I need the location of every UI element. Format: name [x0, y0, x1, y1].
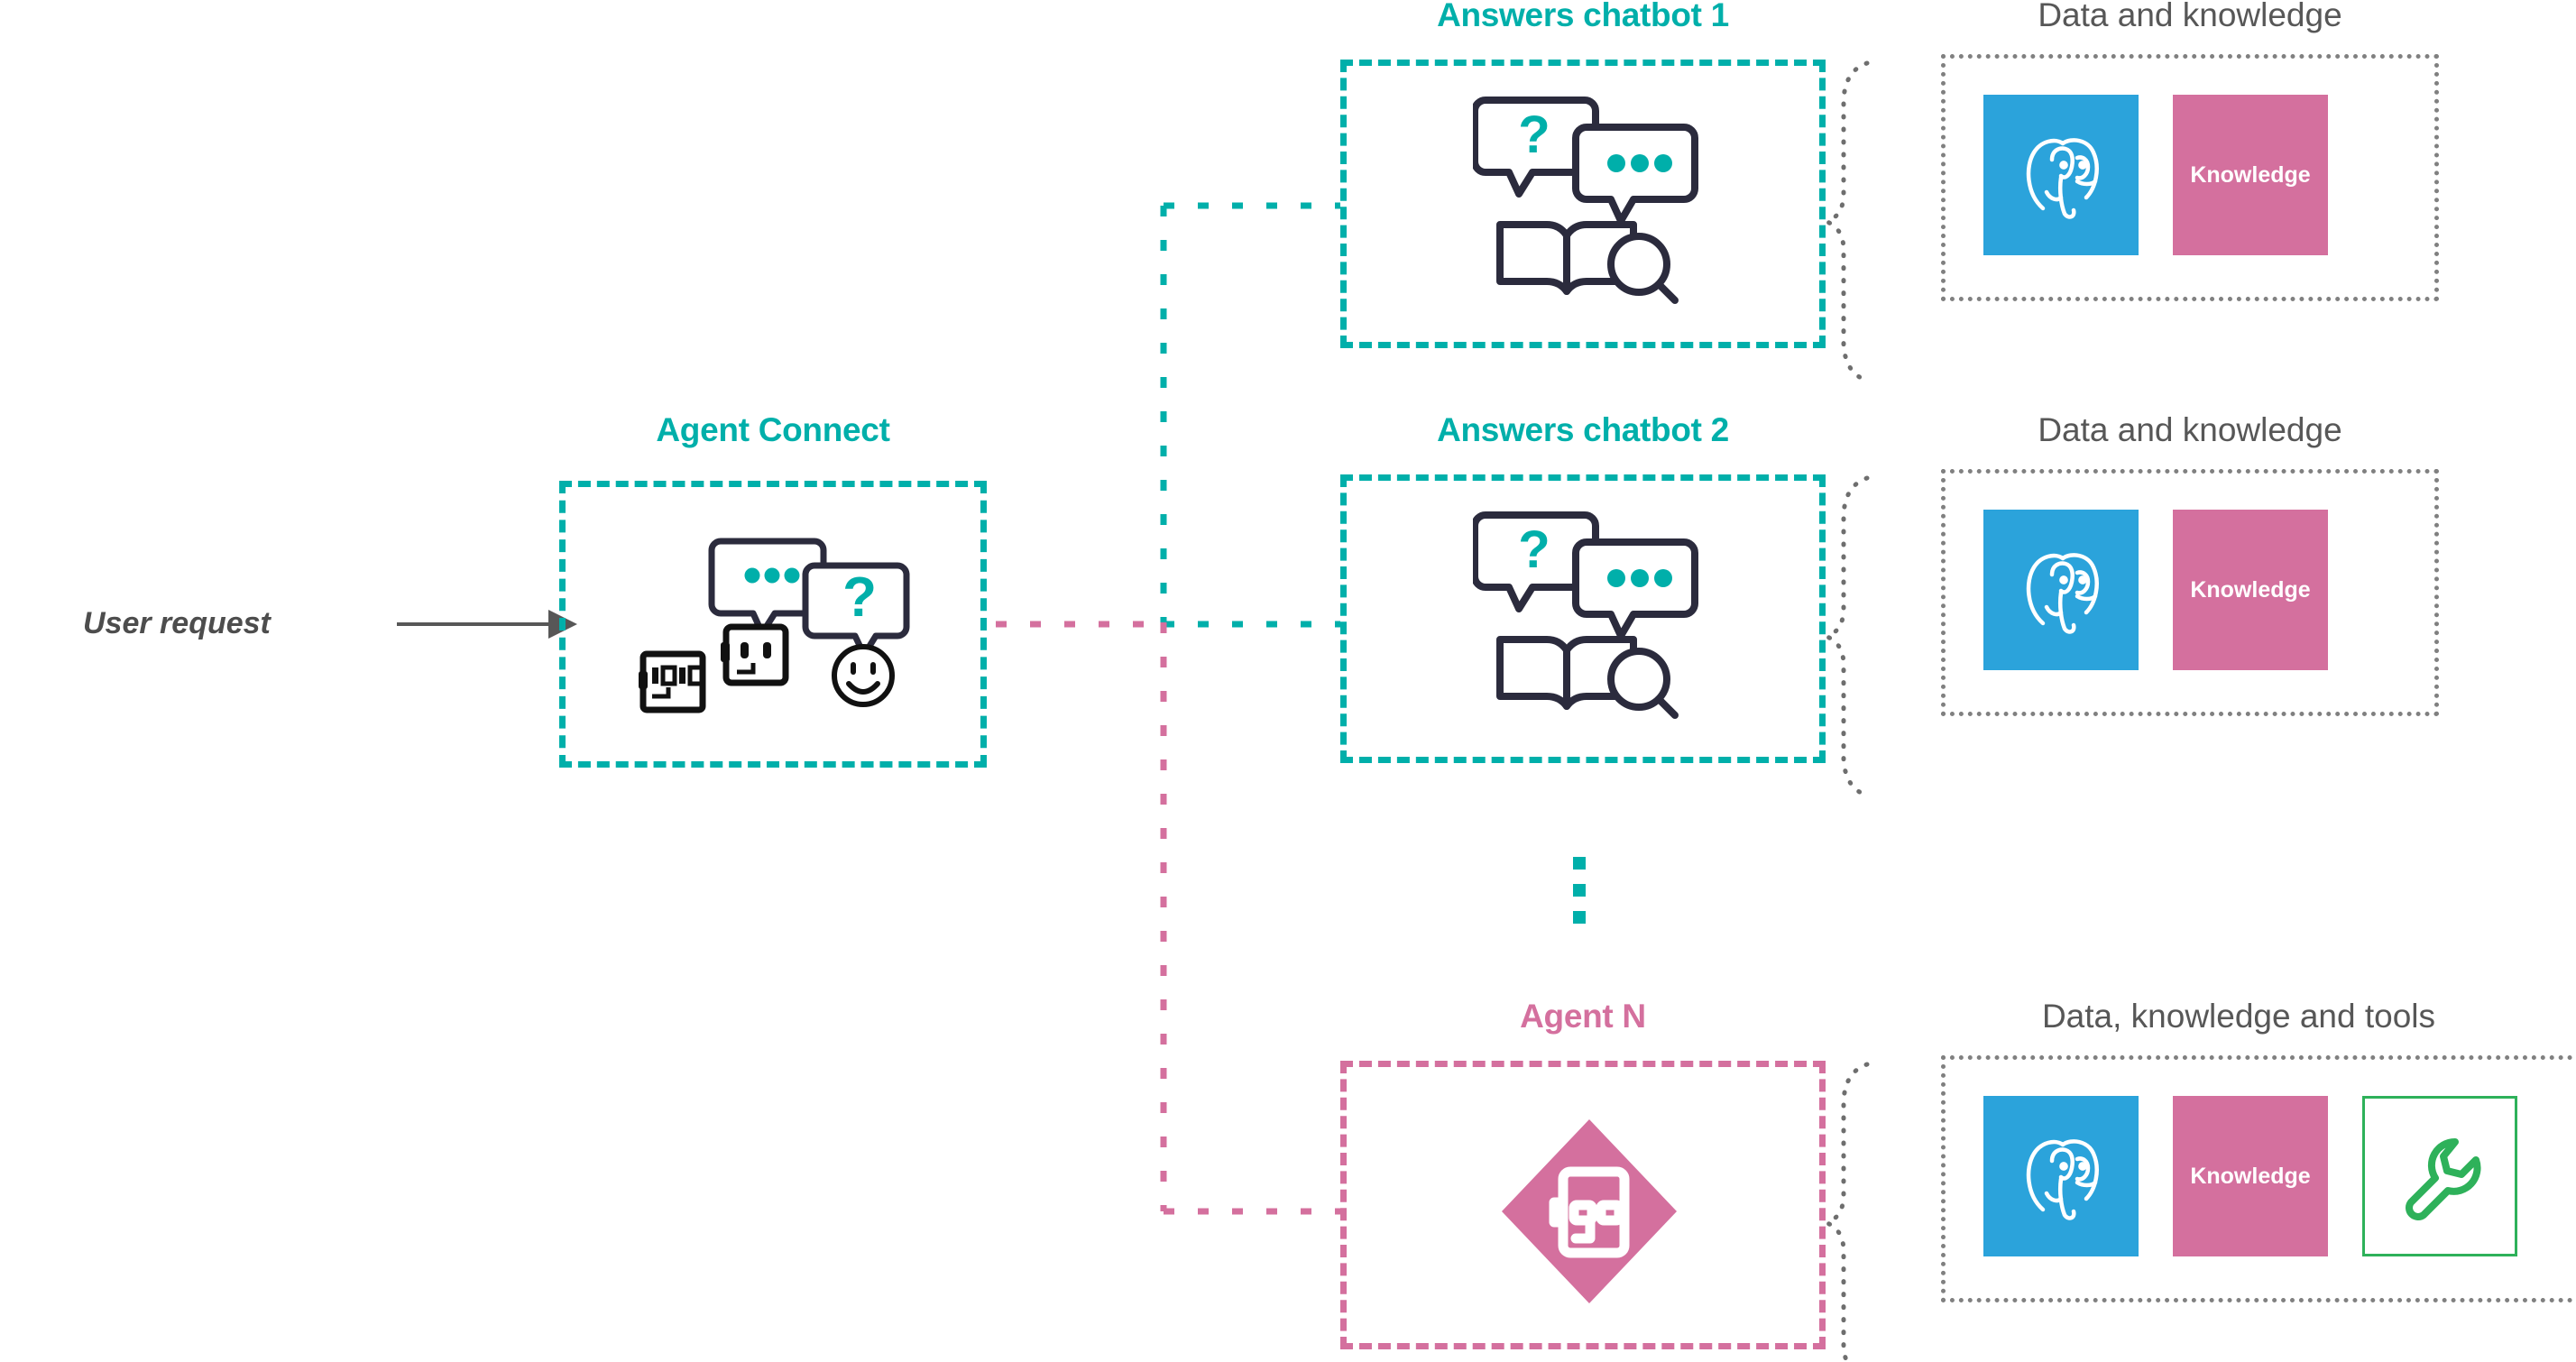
diagram-canvas: User request Agent Connect ? Answers cha…	[0, 0, 2576, 1362]
ellipsis-dot	[1573, 857, 1586, 870]
brace-chatbot-2	[1821, 475, 1870, 798]
postgresql-elephant-icon	[2026, 1139, 2099, 1220]
svg-text:?: ?	[1518, 106, 1550, 164]
brace-chatbot-1	[1821, 60, 1870, 383]
agent-connect-box[interactable]: ?	[559, 481, 987, 768]
tile-knowledge-chatbot-1[interactable]: Knowledge	[2173, 95, 2328, 255]
resources-title-chatbot-2: Data and knowledge	[2038, 411, 2342, 448]
tile-postgres-chatbot-1[interactable]	[1983, 95, 2139, 255]
tile-knowledge-agent-n[interactable]: Knowledge	[2173, 1096, 2328, 1256]
continuation-ellipsis	[1573, 857, 1587, 938]
user-request-label: User request	[83, 606, 271, 640]
agent-diamond-icon	[1502, 1119, 1677, 1303]
tile-knowledge-label: Knowledge	[2190, 576, 2311, 603]
resources-panel-agent-n: Knowledge	[1941, 1055, 2576, 1302]
tile-knowledge-label: Knowledge	[2190, 1163, 2311, 1189]
tile-postgres-agent-n[interactable]	[1983, 1096, 2139, 1256]
agent-connect-icon: ?	[639, 538, 910, 713]
tile-knowledge-label: Knowledge	[2190, 161, 2311, 188]
resources-panel-chatbot-2: Knowledge	[1941, 469, 2439, 716]
resources-title-chatbot-1: Data and knowledge	[2038, 0, 2342, 33]
answers-chatbot-icon: ?	[1473, 511, 1698, 719]
answers-chatbot-1-title: Answers chatbot 1	[1437, 0, 1729, 33]
resources-panel-chatbot-1: Knowledge	[1941, 54, 2439, 301]
agent-connect-title: Agent Connect	[656, 411, 890, 448]
postgresql-elephant-icon	[2026, 553, 2099, 634]
svg-text:?: ?	[842, 566, 877, 629]
agent-n-box[interactable]	[1340, 1061, 1826, 1349]
user-request-arrow	[397, 610, 577, 639]
svg-text:?: ?	[1518, 520, 1550, 579]
ellipsis-dot	[1573, 884, 1586, 897]
tile-tools-agent-n[interactable]	[2362, 1096, 2517, 1256]
brace-agent-n	[1821, 1062, 1870, 1362]
tile-knowledge-chatbot-2[interactable]: Knowledge	[2173, 510, 2328, 670]
agent-n-title: Agent N	[1520, 998, 1646, 1035]
answers-chatbot-2-box[interactable]: ?	[1340, 474, 1826, 763]
tile-postgres-chatbot-2[interactable]	[1983, 510, 2139, 670]
answers-chatbot-icon: ?	[1473, 97, 1698, 304]
ellipsis-dot	[1573, 911, 1586, 924]
answers-chatbot-2-title: Answers chatbot 2	[1437, 411, 1729, 448]
answers-chatbot-1-box[interactable]: ?	[1340, 60, 1826, 348]
resources-title-agent-n: Data, knowledge and tools	[2041, 998, 2436, 1035]
wrench-tool-icon	[2406, 1137, 2481, 1220]
postgresql-elephant-icon	[2026, 138, 2099, 219]
